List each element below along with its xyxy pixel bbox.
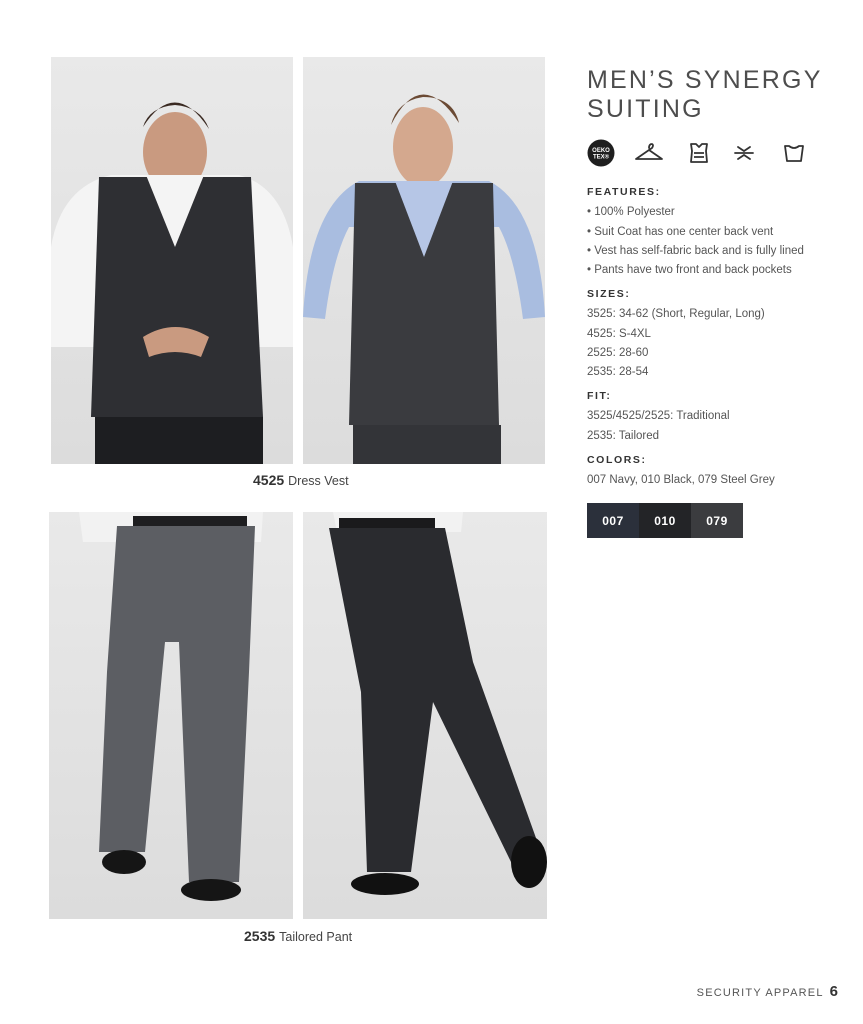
pant-photo-black xyxy=(303,512,547,919)
size-item: 2535: 28-54 xyxy=(587,366,649,379)
page-number: 6 xyxy=(829,983,838,1000)
size-item: 2525: 28-60 xyxy=(587,346,649,359)
section-name: SECURITY APPAREL xyxy=(696,987,824,999)
pant-caption: 2535 Tailored Pant xyxy=(244,928,352,944)
fit-heading: FIT: xyxy=(587,390,612,402)
fit-item: 2535: Tailored xyxy=(587,429,660,442)
vest-caption: 4525 Dress Vest xyxy=(253,472,349,488)
colors-list: 007 Navy, 010 Black, 079 Steel Grey xyxy=(587,474,775,487)
vest-style-code: 4525 xyxy=(253,472,285,488)
swatch-007: 007 xyxy=(587,503,639,538)
swatch-079: 079 xyxy=(691,503,743,538)
page-footer: SECURITY APPAREL 6 xyxy=(697,983,838,1000)
vest-photo-white-shirt xyxy=(51,57,293,464)
fit-item: 3525/4525/2525: Traditional xyxy=(587,410,730,423)
fit-section: FIT: 3525/4525/2525: Traditional 2535: T… xyxy=(587,387,837,446)
swatch-010: 010 xyxy=(639,503,691,538)
svg-text:TEX®: TEX® xyxy=(593,154,610,161)
feature-item: • Pants have two front and back pockets xyxy=(587,264,792,277)
size-item: 4525: S-4XL xyxy=(587,327,651,340)
pant-style-label: Tailored Pant xyxy=(279,930,353,944)
feature-item: • Suit Coat has one center back vent xyxy=(587,225,774,238)
sizes-section: SIZES: 3525: 34-62 (Short, Regular, Long… xyxy=(587,285,837,382)
hanger-icon xyxy=(633,139,665,167)
colors-section: COLORS: 007 Navy, 010 Black, 079 Steel G… xyxy=(587,451,837,491)
lined-garment-icon xyxy=(688,139,710,167)
page-title: MEN’S SYNERGY SUITING xyxy=(587,66,823,123)
color-swatches: 007 010 079 xyxy=(587,503,743,538)
pant-photo-grey xyxy=(49,512,293,919)
care-icons-row: OEKO TEX® xyxy=(587,139,817,167)
feature-item: • Vest has self-fabric back and is fully… xyxy=(587,244,804,257)
waistband-icon xyxy=(783,139,805,167)
oeko-tex-icon: OEKO TEX® xyxy=(587,139,615,167)
vest-style-label: Dress Vest xyxy=(288,474,349,488)
features-section: FEATURES: • 100% Polyester • Suit Coat h… xyxy=(587,183,837,280)
features-heading: FEATURES: xyxy=(587,186,661,198)
size-item: 3525: 34-62 (Short, Regular, Long) xyxy=(587,308,765,321)
feature-item: • 100% Polyester xyxy=(587,206,675,219)
colors-heading: COLORS: xyxy=(587,454,647,466)
vest-photo-blue-shirt xyxy=(303,57,545,464)
svg-text:OEKO: OEKO xyxy=(592,148,610,154)
pant-style-code: 2535 xyxy=(244,928,276,944)
sizes-heading: SIZES: xyxy=(587,288,631,300)
vent-icon xyxy=(733,139,755,167)
